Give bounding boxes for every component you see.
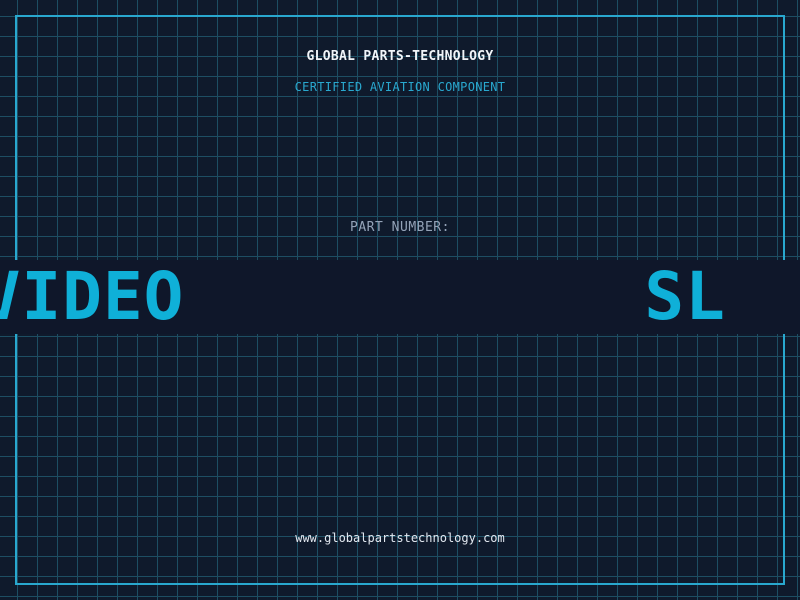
ticker-text: LVIDEO SL — [0, 262, 726, 332]
part-number-label: PART NUMBER: — [350, 220, 450, 235]
website-url: www.globalpartstechnology.com — [295, 531, 505, 545]
ticker-text-right: SL — [644, 260, 726, 334]
brand-tagline: CERTIFIED AVIATION COMPONENT — [294, 80, 506, 94]
part-number-ticker: LVIDEO SL — [0, 260, 800, 334]
ticker-text-left: LVIDEO — [0, 260, 185, 334]
brand-name: GLOBAL PARTS-TECHNOLOGY — [306, 49, 494, 64]
